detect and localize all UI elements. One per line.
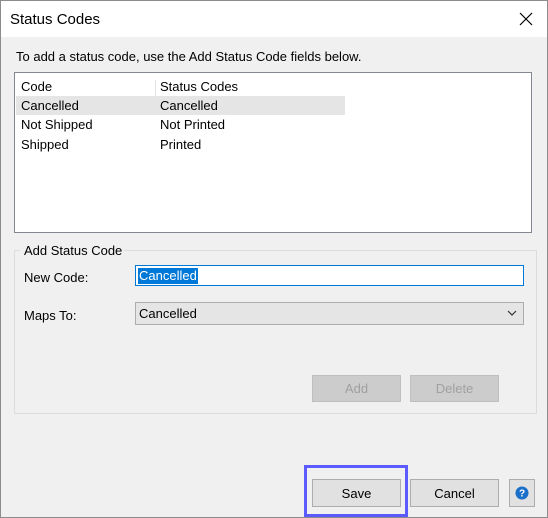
new-code-value: Cancelled (138, 267, 198, 284)
add-button[interactable]: Add (312, 375, 401, 402)
close-button[interactable] (511, 5, 541, 33)
status-codes-dialog: Status Codes To add a status code, use t… (0, 0, 548, 518)
svg-text:?: ? (519, 489, 525, 500)
row-code: Cancelled (21, 98, 79, 113)
new-code-label: New Code: (24, 270, 89, 285)
maps-to-select[interactable]: Cancelled (135, 302, 524, 325)
group-title: Add Status Code (22, 243, 125, 258)
close-icon (519, 12, 533, 26)
window-title: Status Codes (10, 11, 101, 28)
row-code: Shipped (21, 137, 69, 152)
column-header-status-codes[interactable]: Status Codes (160, 79, 238, 94)
new-code-input[interactable]: Cancelled (135, 265, 524, 286)
table-row[interactable]: Not Shipped Not Printed (16, 115, 345, 134)
column-header-code[interactable]: Code (21, 79, 52, 94)
row-status: Printed (160, 137, 202, 152)
row-code: Not Shipped (21, 117, 93, 132)
table-row[interactable]: Cancelled Cancelled (16, 96, 345, 115)
delete-button[interactable]: Delete (410, 375, 499, 402)
maps-to-label: Maps To: (24, 308, 77, 323)
row-status: Not Printed (160, 117, 226, 132)
row-status: Cancelled (160, 98, 218, 113)
group-border (14, 250, 20, 251)
instruction-text: To add a status code, use the Add Status… (16, 49, 362, 64)
save-button[interactable]: Save (312, 479, 401, 507)
table-row[interactable]: Shipped Printed (16, 135, 345, 154)
maps-to-value: Cancelled (139, 306, 197, 321)
chevron-down-icon (507, 310, 517, 316)
help-icon: ? (515, 486, 529, 500)
cancel-button[interactable]: Cancel (410, 479, 499, 507)
status-codes-list[interactable]: Code Status Codes Cancelled Cancelled No… (14, 72, 532, 233)
help-button[interactable]: ? (509, 479, 535, 507)
list-header: Code Status Codes (16, 77, 345, 100)
title-bar: Status Codes (1, 1, 547, 37)
group-border (123, 250, 536, 251)
